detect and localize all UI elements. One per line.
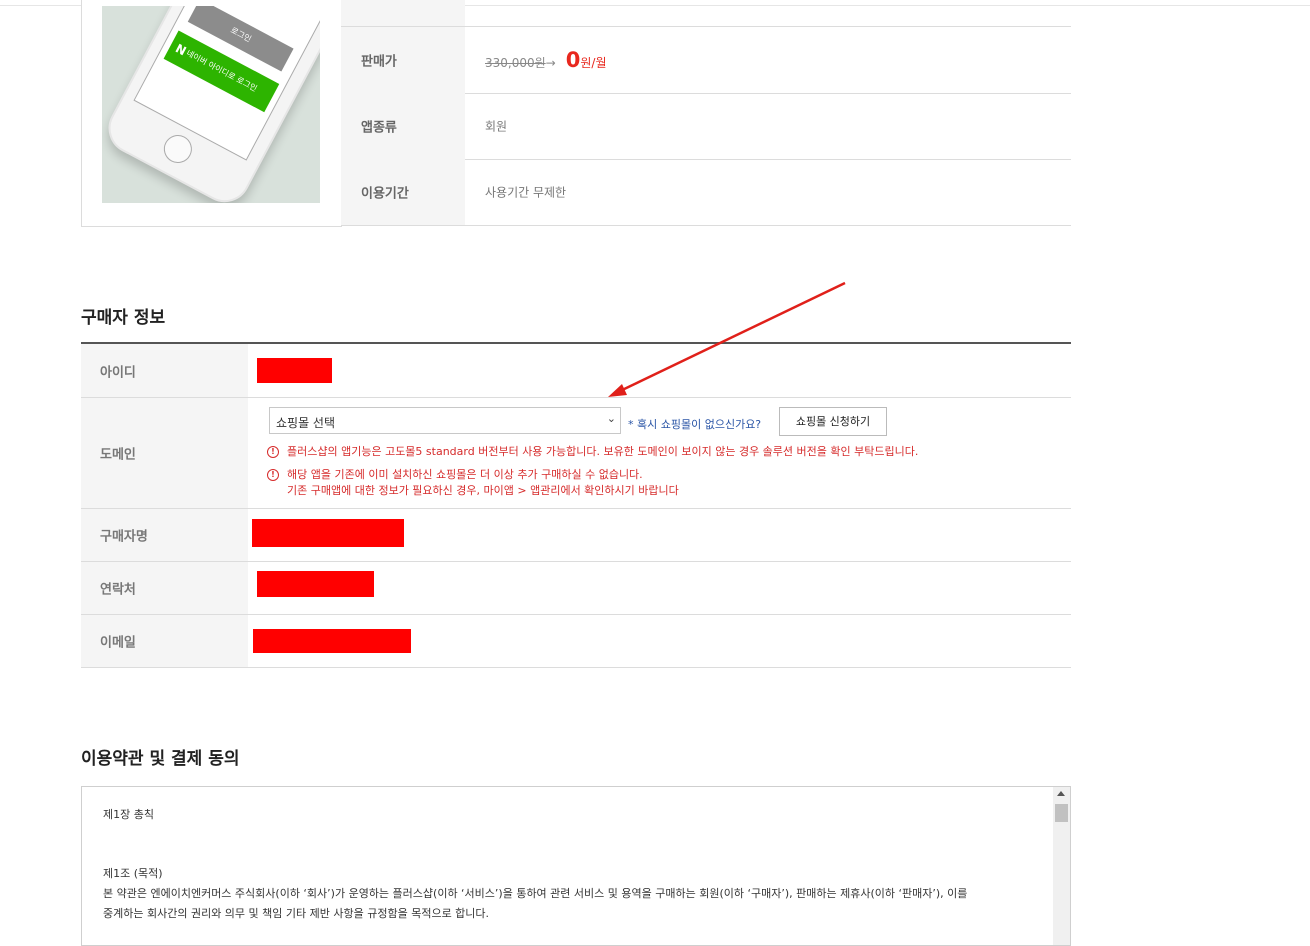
annotation-arrow-line [617,281,846,394]
annotation-arrow-head [608,384,627,397]
annotation-arrow [608,281,846,397]
